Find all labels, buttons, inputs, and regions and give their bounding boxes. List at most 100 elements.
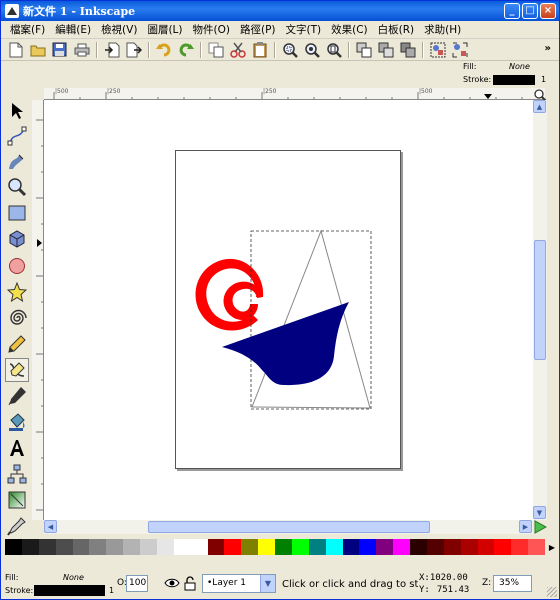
- color-swatch[interactable]: [376, 539, 394, 555]
- chevron-down-icon[interactable]: ▼: [260, 575, 275, 592]
- maximize-button[interactable]: □: [522, 3, 538, 19]
- vertical-scroll-thumb[interactable]: [534, 240, 546, 360]
- color-swatch[interactable]: [443, 539, 461, 555]
- opacity-spinbox[interactable]: 100: [126, 575, 148, 592]
- color-swatch[interactable]: [477, 539, 495, 555]
- export-button[interactable]: [123, 40, 144, 60]
- color-swatch[interactable]: [55, 539, 73, 555]
- gradient-tool[interactable]: [5, 488, 29, 512]
- scroll-down-arrow[interactable]: ▼: [533, 506, 546, 519]
- menu-view[interactable]: 檢視(V): [96, 22, 142, 37]
- horizontal-ruler[interactable]: |500 |250 |250 |500: [44, 88, 545, 100]
- node-tool[interactable]: [5, 124, 29, 148]
- color-swatch[interactable]: [275, 539, 292, 555]
- zoom-spinbox[interactable]: 35%: [493, 575, 532, 592]
- dropper-tool[interactable]: [5, 514, 29, 538]
- duplicate-button[interactable]: [353, 40, 374, 60]
- stroke-width-value[interactable]: 1: [541, 75, 546, 84]
- tweak-tool[interactable]: [5, 149, 29, 173]
- color-swatch[interactable]: [494, 539, 512, 555]
- color-swatch[interactable]: [460, 539, 478, 555]
- color-swatch[interactable]: [241, 539, 259, 555]
- current-layer-dropdown[interactable]: •Layer 1 ▼: [202, 574, 276, 593]
- new-document-button[interactable]: [5, 40, 26, 60]
- menu-text[interactable]: 文字(T): [281, 22, 327, 37]
- pencil-tool[interactable]: [5, 332, 29, 356]
- paint-bucket-tool[interactable]: [5, 410, 29, 434]
- calligraphy-tool[interactable]: [5, 384, 29, 408]
- star-tool[interactable]: [5, 280, 29, 304]
- open-button[interactable]: [27, 40, 48, 60]
- status-fill-value[interactable]: None: [63, 573, 84, 582]
- color-swatch[interactable]: [89, 539, 107, 555]
- scroll-up-arrow[interactable]: ▲: [533, 100, 546, 113]
- layer-visibility-toggle[interactable]: [164, 576, 180, 593]
- redo-button[interactable]: [175, 40, 196, 60]
- color-swatch[interactable]: [258, 539, 275, 555]
- undo-button[interactable]: [153, 40, 174, 60]
- color-manage-toggle[interactable]: [534, 520, 548, 537]
- menu-effects[interactable]: 效果(C): [326, 22, 373, 37]
- color-swatch[interactable]: [528, 539, 545, 555]
- color-swatch[interactable]: [291, 539, 309, 555]
- color-swatch[interactable]: [140, 539, 157, 555]
- color-swatch[interactable]: [72, 539, 90, 555]
- menu-help[interactable]: 求助(H): [419, 22, 466, 37]
- menu-layer[interactable]: 圖層(L): [142, 22, 187, 37]
- close-button[interactable]: ×: [540, 3, 556, 19]
- color-swatch[interactable]: [308, 539, 326, 555]
- drawing-canvas[interactable]: [44, 100, 533, 520]
- color-swatch[interactable]: [342, 539, 360, 555]
- drawing-svg[interactable]: [44, 100, 533, 520]
- vertical-ruler[interactable]: [32, 100, 44, 520]
- palette-menu-arrow[interactable]: ▶: [546, 539, 558, 555]
- color-palette[interactable]: [5, 539, 545, 555]
- status-stroke-width[interactable]: 1: [109, 586, 114, 595]
- horizontal-scrollbar[interactable]: ◀ ▶: [44, 520, 533, 534]
- import-button[interactable]: [101, 40, 122, 60]
- copy-button[interactable]: [205, 40, 226, 60]
- clone-button[interactable]: [375, 40, 396, 60]
- minimize-button[interactable]: _: [504, 3, 520, 19]
- group-button[interactable]: [427, 40, 448, 60]
- color-swatch[interactable]: [224, 539, 242, 555]
- zoom-tool[interactable]: [5, 175, 29, 199]
- ellipse-tool[interactable]: [5, 254, 29, 278]
- horizontal-scroll-thumb[interactable]: [148, 521, 430, 533]
- zoom-page-button[interactable]: [323, 40, 344, 60]
- color-swatch[interactable]: [21, 539, 39, 555]
- toolbar-overflow-button[interactable]: »: [545, 43, 551, 54]
- zoom-drawing-button[interactable]: [301, 40, 322, 60]
- color-swatch[interactable]: [426, 539, 444, 555]
- color-swatch[interactable]: [5, 539, 22, 555]
- zoom-selection-button[interactable]: [279, 40, 300, 60]
- bezier-pen-tool[interactable]: [5, 358, 29, 382]
- vertical-scrollbar[interactable]: ▲ ▼: [533, 100, 547, 520]
- color-swatch[interactable]: [511, 539, 529, 555]
- menu-edit[interactable]: 編輯(E): [50, 22, 96, 37]
- menu-path[interactable]: 路徑(P): [235, 22, 281, 37]
- spiral-tool[interactable]: [5, 306, 29, 330]
- menu-whiteboard[interactable]: 白板(R): [373, 22, 420, 37]
- unlink-clone-button[interactable]: [397, 40, 418, 60]
- 3d-box-tool[interactable]: [5, 227, 29, 251]
- color-swatch[interactable]: [325, 539, 343, 555]
- color-swatch[interactable]: [410, 539, 427, 555]
- scroll-right-arrow[interactable]: ▶: [519, 520, 532, 533]
- rectangle-tool[interactable]: [5, 201, 29, 225]
- connector-tool[interactable]: [5, 462, 29, 486]
- fill-value[interactable]: None: [509, 62, 530, 71]
- color-swatch[interactable]: [123, 539, 140, 555]
- color-swatch[interactable]: [359, 539, 377, 555]
- color-swatch[interactable]: [38, 539, 56, 555]
- selected-style-indicator[interactable]: Fill: None Stroke: 1: [463, 62, 559, 88]
- print-button[interactable]: [71, 40, 92, 60]
- stroke-swatch[interactable]: [493, 75, 535, 85]
- selector-tool[interactable]: [5, 99, 29, 123]
- scroll-left-arrow[interactable]: ◀: [44, 520, 57, 533]
- layer-lock-toggle[interactable]: [184, 576, 196, 594]
- color-swatch[interactable]: [156, 539, 174, 555]
- cut-button[interactable]: [227, 40, 248, 60]
- paste-button[interactable]: [249, 40, 270, 60]
- menu-object[interactable]: 物件(O): [188, 22, 235, 37]
